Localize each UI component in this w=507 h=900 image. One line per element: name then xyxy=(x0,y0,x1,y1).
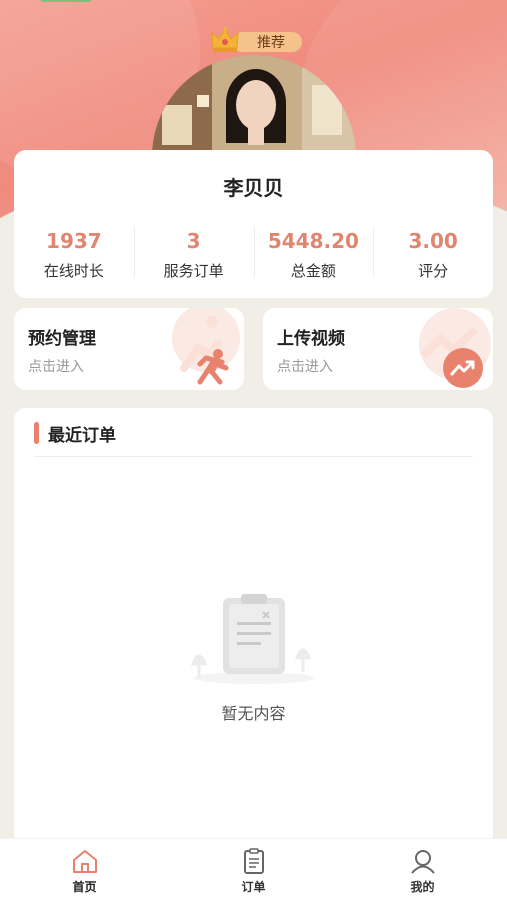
home-icon xyxy=(72,850,97,873)
upload-video-card[interactable]: 上传视频 点击进入 xyxy=(263,308,493,390)
empty-clipboard-icon xyxy=(190,594,314,684)
tab-mine[interactable]: 我的 xyxy=(338,839,507,900)
stat-label: 服务订单 xyxy=(163,262,224,280)
stat-total-amount[interactable]: 5448.20 总金额 xyxy=(253,222,374,284)
crown-icon xyxy=(211,27,239,52)
user-icon xyxy=(410,850,435,874)
section-accent-bar xyxy=(34,422,39,444)
running-person-icon xyxy=(172,308,240,385)
tab-home[interactable]: 首页 xyxy=(0,839,169,900)
stat-value: 3.00 xyxy=(408,229,458,253)
profile-card: 李贝贝 1937 在线时长 3 服务订单 5448.20 总金额 3.00 评分 xyxy=(14,150,493,298)
recent-orders-card: 最近订单 暂无内容 xyxy=(14,408,493,848)
stat-value: 1937 xyxy=(46,229,102,253)
divider xyxy=(34,456,473,457)
tab-label: 我的 xyxy=(410,880,435,894)
section-title: 最近订单 xyxy=(48,425,116,446)
user-name: 李贝贝 xyxy=(223,176,284,200)
stat-rating[interactable]: 3.00 评分 xyxy=(373,222,493,284)
card-subtitle: 点击进入 xyxy=(28,359,84,375)
stat-online-time[interactable]: 1937 在线时长 xyxy=(14,222,134,284)
empty-text: 暂无内容 xyxy=(221,704,286,723)
trend-up-icon xyxy=(419,308,491,388)
stat-label: 评分 xyxy=(418,262,449,280)
card-title: 上传视频 xyxy=(277,329,345,349)
card-title: 预约管理 xyxy=(28,329,96,349)
stat-value: 3 xyxy=(186,229,201,253)
card-subtitle: 点击进入 xyxy=(277,359,333,375)
stat-label: 在线时长 xyxy=(43,262,104,280)
tab-label: 首页 xyxy=(72,880,97,894)
bottom-tab-bar: 首页 订单 我的 xyxy=(0,838,507,900)
section-header: 最近订单 xyxy=(34,422,116,446)
recommend-badge: 推荐 xyxy=(210,27,302,54)
stats-row: 1937 在线时长 3 服务订单 5448.20 总金额 3.00 评分 xyxy=(14,222,493,284)
stat-label: 总金额 xyxy=(290,262,336,280)
tab-label: 订单 xyxy=(241,880,266,894)
stat-service-orders[interactable]: 3 服务订单 xyxy=(133,222,254,284)
badge-label: 推荐 xyxy=(232,32,302,52)
appointment-management-card[interactable]: 预约管理 点击进入 xyxy=(14,308,244,390)
empty-state: 暂无内容 xyxy=(14,588,493,724)
stat-value: 5448.20 xyxy=(267,229,359,253)
tab-orders[interactable]: 订单 xyxy=(169,839,338,900)
status-indicator xyxy=(40,0,92,2)
clipboard-icon xyxy=(243,848,264,874)
